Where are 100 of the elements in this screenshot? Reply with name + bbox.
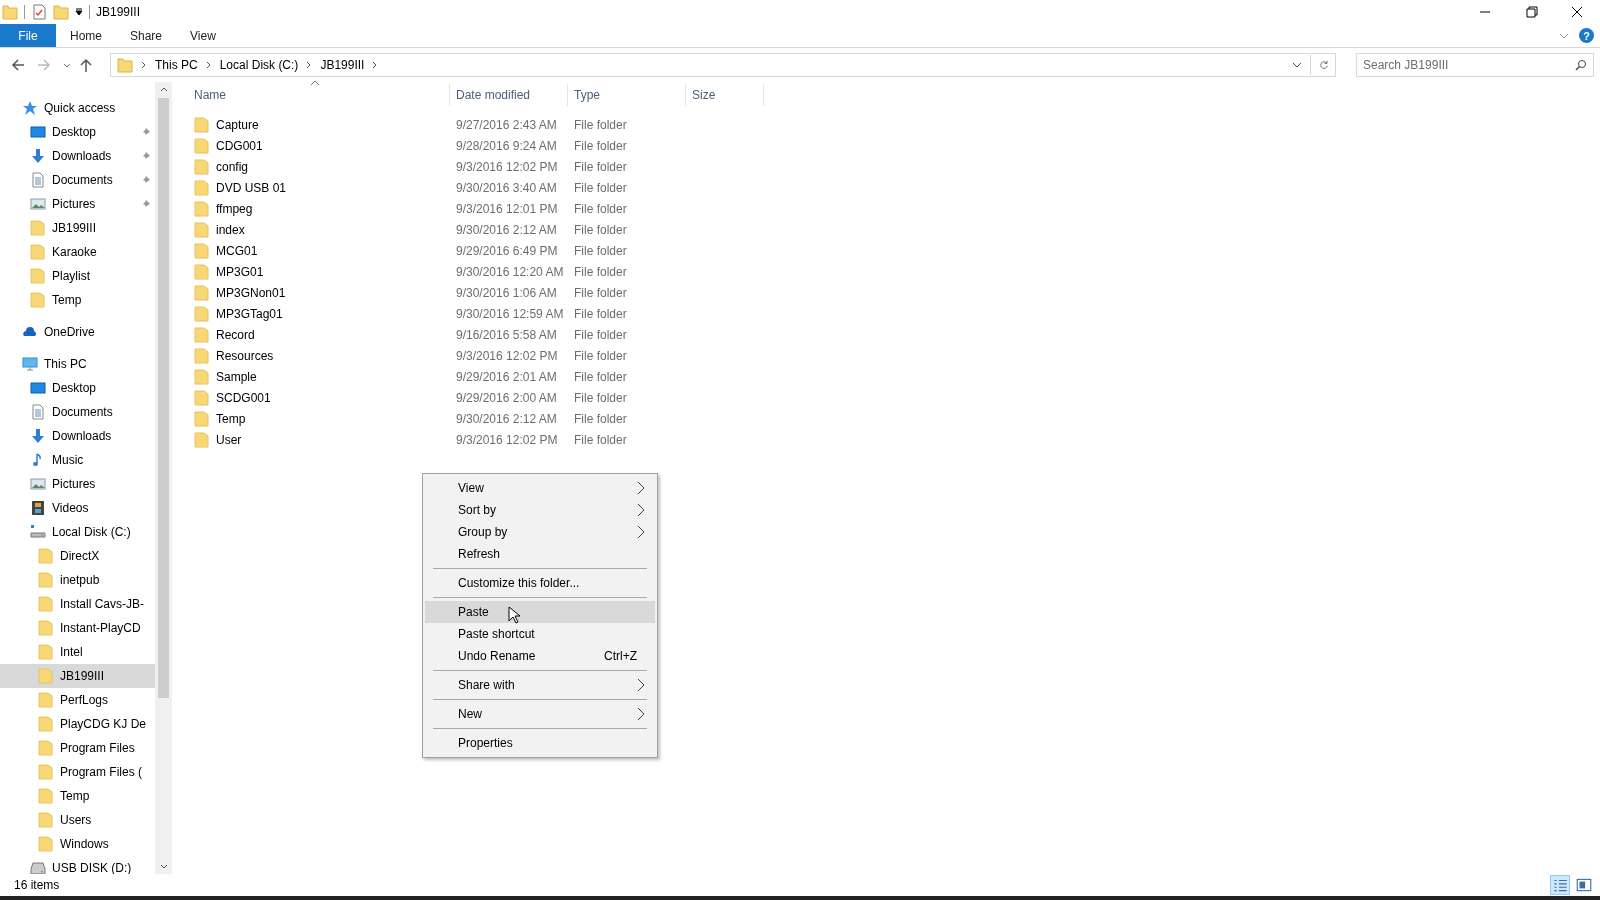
sidebar-item[interactable]: Temp	[0, 784, 155, 808]
sidebar-item[interactable]: JB199III	[0, 664, 155, 688]
column-header[interactable]: Type	[568, 84, 686, 106]
shortcut-label: Ctrl+Z	[604, 649, 637, 663]
menu-item[interactable]: Sort by	[425, 499, 655, 521]
file-name[interactable]: Temp	[216, 411, 246, 426]
file-name[interactable]: MP3GTag01	[216, 306, 283, 321]
column-header[interactable]: Date modified	[450, 84, 568, 106]
sidebar-item[interactable]: PlayCDG KJ De	[0, 712, 155, 736]
menu-item[interactable]: Customize this folder...	[425, 572, 655, 594]
sidebar-item[interactable]: Desktop	[0, 120, 155, 144]
up-arrow-icon[interactable]	[78, 57, 94, 73]
sidebar-item[interactable]: DirectX	[0, 544, 155, 568]
sidebar-item[interactable]: Karaoke	[0, 240, 155, 264]
chevron-right-icon[interactable]	[141, 61, 147, 69]
sidebar-item[interactable]: Program Files (	[0, 760, 155, 784]
search-field[interactable]: Search JB199III	[1356, 53, 1594, 77]
sidebar-label: Videos	[52, 501, 89, 515]
menu-item[interactable]: Paste	[425, 601, 655, 623]
sidebar-item[interactable]: JB199III	[0, 216, 155, 240]
sidebar-item[interactable]: Videos	[0, 496, 155, 520]
file-name[interactable]: index	[216, 222, 245, 237]
down-arrow-icon	[30, 428, 46, 444]
sidebar-item[interactable]: Pictures	[0, 472, 155, 496]
file-tab[interactable]: File	[0, 24, 56, 47]
column-header[interactable]: Size	[686, 84, 764, 106]
chevron-right-icon[interactable]	[372, 61, 379, 69]
folder-icon	[194, 242, 210, 259]
sidebar-item[interactable]: Documents	[0, 168, 155, 192]
sidebar-item[interactable]: Documents	[0, 400, 155, 424]
dropdown-icon[interactable]	[75, 8, 83, 16]
ribbon-tab[interactable]: View	[176, 24, 230, 47]
file-name[interactable]: Record	[216, 327, 255, 342]
properties-icon[interactable]	[31, 4, 47, 20]
breadcrumb[interactable]: This PC	[155, 58, 198, 72]
sidebar-item[interactable]: inetpub	[0, 568, 155, 592]
film-icon	[30, 500, 46, 516]
sidebar-item[interactable]: This PC	[0, 352, 155, 376]
menu-label: Group by	[458, 525, 508, 539]
menu-item[interactable]: View	[425, 477, 655, 499]
address-bar[interactable]: This PC Local Disk (C:) JB199III	[110, 53, 1336, 77]
table-cell-text: 9/30/2016 1:06 AM	[455, 285, 558, 300]
chevron-down-icon[interactable]	[1292, 60, 1302, 70]
table-cell-text: 9/30/2016 12:20 AM	[455, 264, 565, 279]
scrollbar-thumb[interactable]	[158, 98, 169, 698]
ribbon-tab[interactable]: Home	[56, 24, 116, 47]
sidebar-item[interactable]: Quick access	[0, 96, 155, 120]
back-arrow-icon[interactable]	[10, 57, 26, 73]
breadcrumb[interactable]: Local Disk (C:)	[219, 58, 299, 72]
file-name[interactable]: Capture	[216, 117, 259, 132]
menu-label: New	[458, 707, 482, 721]
sidebar-item[interactable]: Playlist	[0, 264, 155, 288]
sidebar-item[interactable]: OneDrive	[0, 320, 155, 344]
file-name[interactable]: Resources	[216, 348, 274, 363]
help-icon[interactable]: ?	[1579, 28, 1594, 43]
sidebar-item[interactable]: Windows	[0, 832, 155, 856]
sidebar-item[interactable]: Downloads	[0, 424, 155, 448]
details-view-icon[interactable]	[1550, 875, 1570, 895]
file-name[interactable]: SCDG001	[216, 390, 271, 405]
menu-item[interactable]: Group by	[425, 521, 655, 543]
menu-item[interactable]: Refresh	[425, 543, 655, 565]
file-name[interactable]: config	[216, 159, 249, 174]
breadcrumb[interactable]: JB199III	[320, 58, 365, 72]
sidebar-item[interactable]: Local Disk (C:)	[0, 520, 155, 544]
file-name[interactable]: ffmpeg	[216, 201, 253, 216]
menu-item[interactable]: Paste shortcut	[425, 623, 655, 645]
chevron-right-icon[interactable]	[205, 61, 212, 69]
sidebar-item[interactable]: Intel	[0, 640, 155, 664]
sidebar-item[interactable]: Temp	[0, 288, 155, 312]
sidebar-item[interactable]: Instant-PlayCD	[0, 616, 155, 640]
sidebar-item[interactable]: Desktop	[0, 376, 155, 400]
file-name[interactable]: MP3GNon01	[216, 285, 286, 300]
sidebar-label: DirectX	[60, 549, 100, 563]
menu-item[interactable]: Properties	[425, 732, 655, 754]
file-name[interactable]: MCG01	[216, 243, 258, 258]
sidebar-item[interactable]: Downloads	[0, 144, 155, 168]
menu-item[interactable]: Undo Rename Ctrl+Z	[425, 645, 655, 667]
sidebar-item[interactable]: Music	[0, 448, 155, 472]
menu-item[interactable]: New	[425, 703, 655, 725]
file-name[interactable]: MP3G01	[216, 264, 264, 279]
star-icon	[22, 100, 38, 116]
chevron-right-icon[interactable]	[306, 61, 313, 69]
sidebar-item[interactable]: PerfLogs	[0, 688, 155, 712]
ribbon-tab[interactable]: Share	[116, 24, 177, 47]
file-name[interactable]: DVD USB 01	[216, 180, 287, 195]
table-cell-text: 9/30/2016 12:59 AM	[455, 306, 565, 321]
refresh-icon[interactable]	[1319, 60, 1329, 70]
folder-icon	[30, 220, 46, 236]
sidebar-item[interactable]: Program Files	[0, 736, 155, 760]
sidebar-item[interactable]: Users	[0, 808, 155, 832]
sidebar-item[interactable]: USB DISK (D:)	[0, 856, 155, 874]
column-header[interactable]: Name	[188, 84, 450, 106]
sidebar-item[interactable]: Install Cavs-JB-	[0, 592, 155, 616]
file-name[interactable]: Sample	[216, 369, 257, 384]
sidebar-item[interactable]: Pictures	[0, 192, 155, 216]
search-icon[interactable]	[1575, 59, 1587, 71]
menu-item[interactable]: Share with	[425, 674, 655, 696]
file-name[interactable]: User	[216, 432, 242, 447]
file-name[interactable]: CDG001	[216, 138, 263, 153]
scrollbar[interactable]	[155, 82, 172, 874]
